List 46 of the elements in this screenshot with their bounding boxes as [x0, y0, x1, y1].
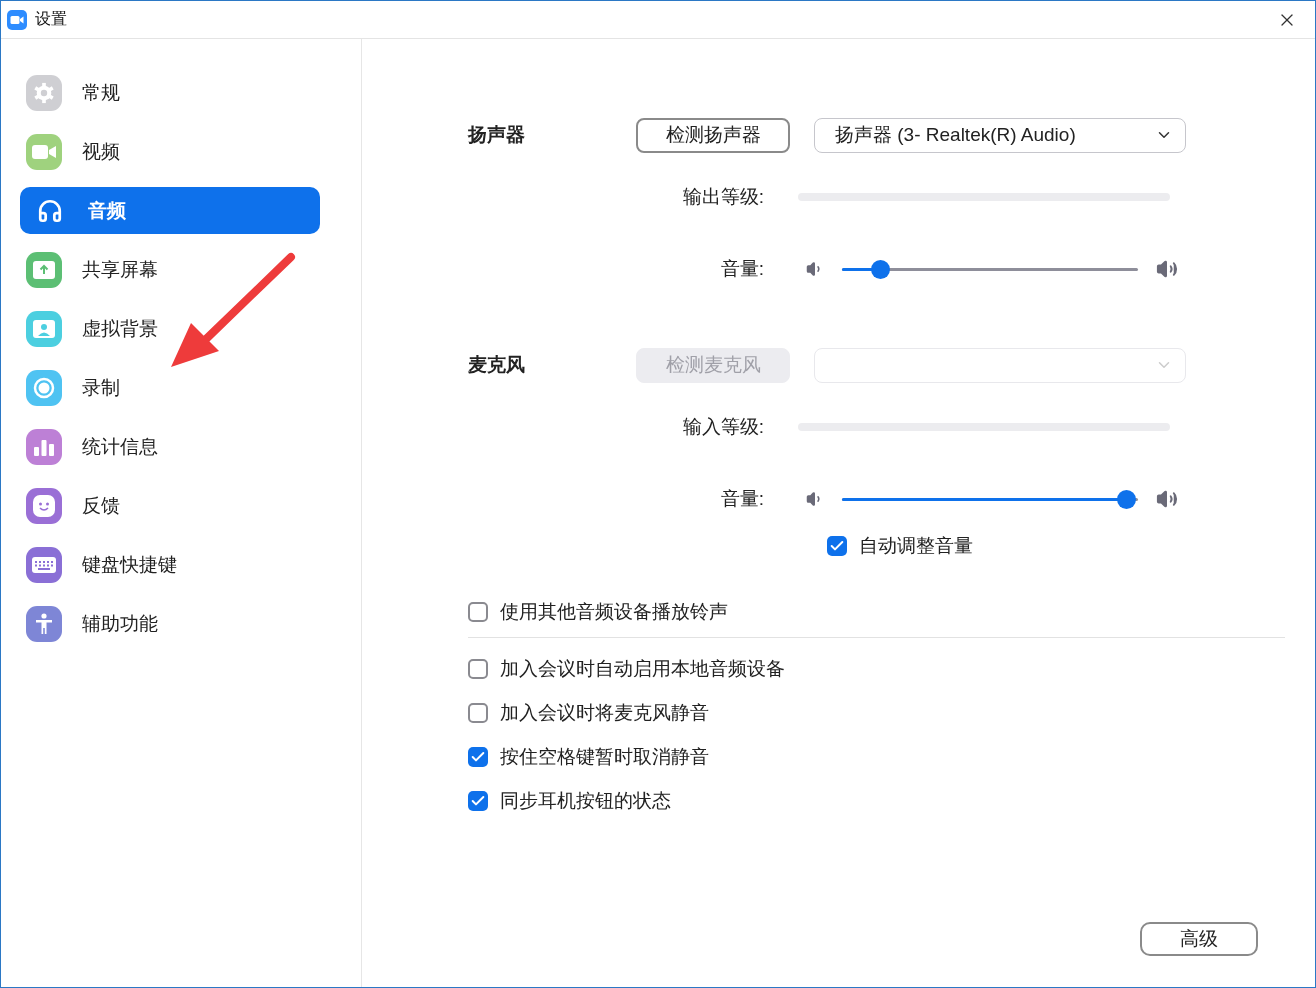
section-title: 扬声器	[468, 123, 526, 147]
checkbox-label: 使用其他音频设备播放铃声	[500, 600, 728, 624]
sidebar-item[interactable]: 视频	[20, 128, 320, 175]
checkbox-label: 加入会议时将麦克风静音	[500, 701, 709, 725]
video-camera-icon	[7, 9, 27, 30]
volume-label: 音量:	[719, 257, 765, 281]
test-button[interactable]: 检测扬声器	[636, 117, 790, 153]
sidebar-item[interactable]: 共享屏幕	[20, 246, 320, 293]
checkbox-label: 按住空格键暂时取消静音	[500, 745, 709, 769]
gear-icon	[33, 81, 55, 104]
slider-thumb[interactable]	[871, 259, 891, 279]
checkbox[interactable]	[468, 747, 488, 767]
bar-chart-icon	[34, 437, 54, 456]
speaker-high-icon	[1156, 258, 1178, 280]
record-icon	[33, 376, 55, 399]
sidebar-item[interactable]: 音频	[20, 187, 320, 234]
sidebar-item[interactable]: 统计信息	[20, 423, 320, 470]
screen-upload-icon	[33, 260, 55, 279]
slider-thumb[interactable]	[1117, 489, 1137, 509]
sidebar-item[interactable]: 虚拟背景	[20, 305, 320, 352]
checkbox-label: 同步耳机按钮的状态	[500, 789, 671, 813]
checkbox[interactable]	[827, 536, 847, 556]
checkbox[interactable]	[468, 703, 488, 723]
checkbox[interactable]	[468, 791, 488, 811]
speaker-high-icon	[1156, 488, 1178, 510]
level-label: 输出等级:	[681, 185, 765, 209]
window-title: 设置	[35, 9, 68, 29]
checkbox-label: 自动调整音量	[859, 534, 973, 558]
video-camera-icon	[32, 143, 56, 160]
checkbox[interactable]	[468, 659, 488, 679]
sidebar-item[interactable]: 常规	[20, 69, 320, 116]
keyboard-icon	[32, 556, 56, 573]
smiley-icon	[33, 494, 55, 517]
device-dropdown[interactable]: 扬声器 (3- Realtek(R) Audio)	[814, 117, 1186, 153]
advanced-button[interactable]: 高级	[1140, 922, 1258, 956]
sidebar-item[interactable]: 录制	[20, 364, 320, 411]
person-picture-icon	[33, 319, 55, 338]
sidebar-item[interactable]: 反馈	[20, 482, 320, 529]
checkbox[interactable]	[468, 602, 488, 622]
sidebar-item[interactable]: 辅助功能	[20, 600, 320, 647]
checkbox-label: 加入会议时自动启用本地音频设备	[500, 657, 785, 681]
sidebar-item[interactable]: 键盘快捷键	[20, 541, 320, 588]
accessibility-icon	[35, 612, 53, 635]
section-title: 麦克风	[468, 353, 526, 377]
level-label: 输入等级:	[681, 415, 765, 439]
volume-label: 音量:	[719, 487, 765, 511]
